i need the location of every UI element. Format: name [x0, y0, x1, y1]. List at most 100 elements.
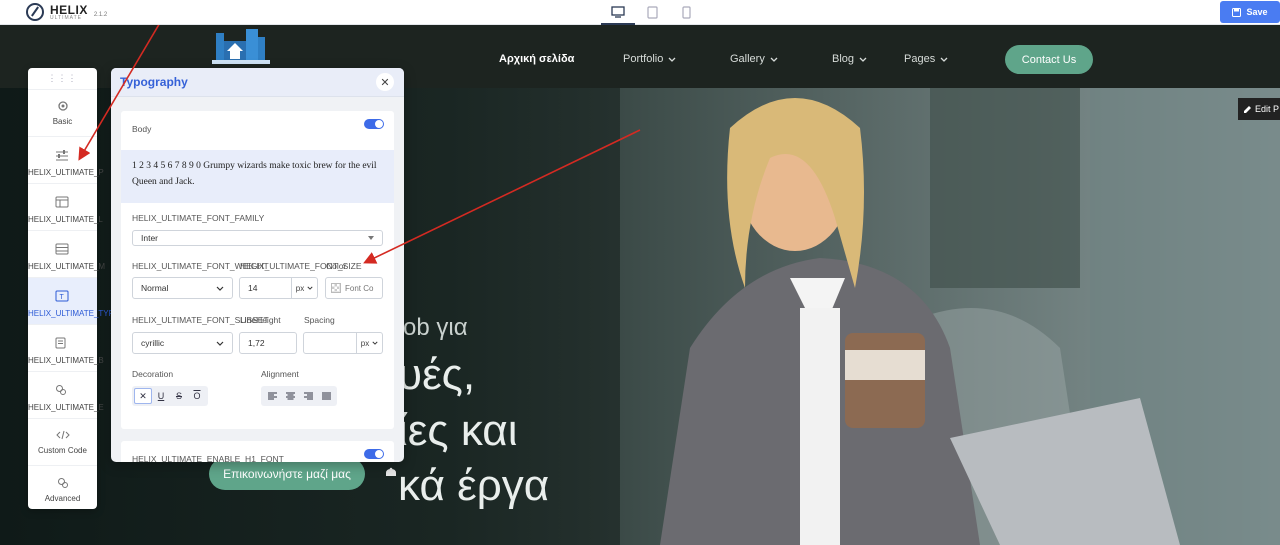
- font-size-input[interactable]: 14 px: [239, 277, 318, 299]
- sidebar-item-label: HELIX_ULTIMATE_TYPO: [28, 309, 121, 318]
- desktop-view-button[interactable]: [601, 0, 635, 25]
- sidebar-item-menu[interactable]: HELIX_ULTIMATE_M: [28, 231, 105, 278]
- line-height-input[interactable]: 1,72: [239, 332, 297, 354]
- svg-text:T: T: [60, 294, 65, 301]
- contact-us-button[interactable]: Contact Us: [1005, 45, 1093, 74]
- strikethrough-button[interactable]: S: [170, 388, 188, 404]
- mobile-icon: [681, 6, 691, 19]
- buildings-logo-icon: [212, 29, 270, 64]
- chevron-down-icon: [859, 57, 867, 62]
- close-button[interactable]: ✕: [376, 73, 394, 91]
- save-icon: [1232, 7, 1242, 17]
- sidebar-item-blog[interactable]: HELIX_ULTIMATE_B: [28, 325, 104, 372]
- font-family-select[interactable]: Inter: [132, 230, 383, 246]
- sidebar-item-label: HELIX_ULTIMATE_M: [28, 262, 106, 271]
- blog-edit-icon: [55, 337, 66, 349]
- font-preview: 1 2 3 4 5 6 7 8 9 0 Grumpy wizards make …: [121, 150, 394, 203]
- hero-cta-button[interactable]: Επικοινωνήστε μαζί μας: [209, 458, 365, 490]
- hero-line-4: κά έργα: [398, 461, 550, 510]
- align-right-icon: [303, 392, 313, 400]
- close-icon: ✕: [380, 76, 390, 89]
- sidebar-item-layout[interactable]: HELIX_ULTIMATE_L: [28, 184, 103, 231]
- spacing-label: Spacing: [304, 315, 335, 325]
- nav-portfolio[interactable]: Portfolio: [623, 53, 676, 65]
- nav-gallery[interactable]: Gallery: [730, 53, 778, 65]
- drag-handle[interactable]: ⋮⋮⋮: [28, 68, 97, 90]
- font-color-picker[interactable]: Font Co: [325, 277, 383, 299]
- chevron-down-icon: [940, 57, 948, 62]
- font-subset-value: cyrillic: [141, 338, 165, 348]
- panel-title: Typography: [120, 75, 188, 89]
- brand-version: 2.1.2: [93, 12, 108, 18]
- mobile-view-button[interactable]: [669, 0, 703, 25]
- save-label: Save: [1246, 7, 1268, 17]
- font-weight-value: Normal: [141, 283, 169, 293]
- chevron-down-icon: [216, 341, 224, 346]
- spacing-unit-select[interactable]: px: [356, 333, 382, 353]
- sidebar-item-typography[interactable]: T HELIX_ULTIMATE_TYPO: [28, 278, 120, 325]
- decoration-label: Decoration: [132, 369, 174, 379]
- font-size-value: 14: [248, 283, 258, 293]
- edit-page-button[interactable]: Edit P: [1238, 98, 1280, 120]
- align-right-button[interactable]: [299, 388, 317, 404]
- nav-home-label: Αρχική σελίδα: [499, 53, 575, 65]
- sidebar-item-extras[interactable]: HELIX_ULTIMATE_E: [28, 372, 104, 419]
- chat-icon[interactable]: [385, 467, 397, 477]
- body-font-toggle[interactable]: [364, 119, 384, 129]
- desktop-icon: [611, 5, 625, 18]
- sidebar-item-label: HELIX_ULTIMATE_B: [28, 356, 104, 365]
- nav-blog[interactable]: Blog: [832, 53, 867, 65]
- code-icon: [55, 430, 70, 440]
- h1-font-toggle[interactable]: [364, 449, 384, 459]
- tablet-icon: [646, 6, 658, 19]
- align-justify-button[interactable]: [317, 388, 335, 404]
- nav-blog-label: Blog: [832, 53, 855, 65]
- spacing-input[interactable]: px: [303, 332, 383, 354]
- sidebar-item-basic[interactable]: Basic: [28, 90, 97, 137]
- nav-home[interactable]: Αρχική σελίδα: [499, 53, 574, 65]
- sidebar-item-label: Advanced: [44, 493, 81, 503]
- decoration-none-button[interactable]: ✕: [134, 388, 152, 404]
- hero-line-3: ίες και: [398, 406, 518, 455]
- panel-header: Typography ✕: [111, 68, 404, 97]
- underline-button[interactable]: U: [152, 388, 170, 404]
- align-justify-icon: [321, 392, 331, 400]
- align-left-button[interactable]: [263, 388, 281, 404]
- hero-photo: [620, 88, 1280, 545]
- transparent-swatch-icon: [331, 283, 341, 293]
- sidebar-item-custom-code[interactable]: Custom Code: [28, 419, 97, 466]
- sidebar-item-label: Basic: [52, 117, 73, 126]
- chevron-down-icon: [307, 286, 313, 290]
- chevron-down-icon: [668, 57, 676, 62]
- sliders-icon: [56, 150, 68, 161]
- alignment-group: [261, 386, 337, 406]
- nav-pages[interactable]: Pages: [904, 53, 948, 65]
- save-button[interactable]: Save: [1220, 1, 1280, 23]
- decoration-group: ✕ U S O: [132, 386, 208, 406]
- sidebar-item-presets[interactable]: HELIX_ULTIMATE_P: [28, 137, 104, 184]
- font-weight-select[interactable]: Normal: [132, 277, 233, 299]
- gears-icon: [56, 385, 66, 395]
- sidebar-item-label: HELIX_ULTIMATE_L: [28, 215, 103, 224]
- color-label: Color: [326, 261, 347, 271]
- sidebar-item-advanced[interactable]: Advanced: [28, 466, 97, 513]
- advanced-gears-icon: [57, 477, 68, 488]
- sidebar-item-label: HELIX_ULTIMATE_E: [28, 403, 104, 412]
- hero-line-2: υές,: [398, 350, 476, 399]
- body-label: Body: [132, 124, 152, 134]
- font-color-placeholder: Font Co: [345, 283, 374, 293]
- sidebar-item-label: HELIX_ULTIMATE_P: [28, 168, 104, 177]
- helix-brand: HELIX ULTIMATE 2.1.2: [26, 2, 107, 22]
- tablet-view-button[interactable]: [635, 0, 669, 25]
- site-logo[interactable]: [210, 27, 272, 65]
- overline-button[interactable]: O: [188, 388, 206, 404]
- helix-toolbar: HELIX ULTIMATE 2.1.2 Save: [0, 0, 1280, 25]
- nav-portfolio-label: Portfolio: [623, 53, 664, 65]
- menu-list-icon: [55, 243, 69, 255]
- sidebar-item-label: Custom Code: [38, 446, 87, 455]
- font-size-unit-select[interactable]: px: [291, 278, 317, 298]
- font-subset-select[interactable]: cyrillic: [132, 332, 233, 354]
- gear-icon: [57, 101, 68, 111]
- unit-label: px: [360, 338, 370, 348]
- align-center-button[interactable]: [281, 388, 299, 404]
